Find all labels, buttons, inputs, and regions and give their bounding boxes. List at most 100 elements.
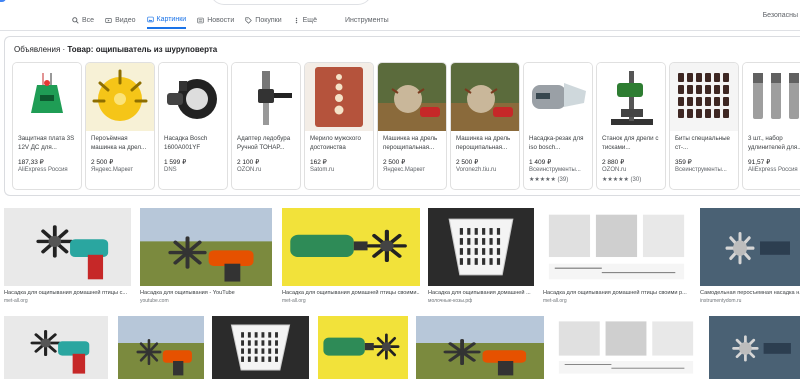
tab-label: Видео bbox=[115, 17, 136, 24]
plucker-in-use-image bbox=[451, 63, 519, 131]
product-price: 1 599 ₽ bbox=[164, 159, 187, 166]
product-store: OZON.ru bbox=[237, 167, 262, 173]
result-thumbnail bbox=[118, 316, 204, 379]
image-result[interactable]: Насадка для ощипывания домашней птицы св… bbox=[282, 208, 420, 306]
image-result[interactable] bbox=[212, 316, 309, 379]
search-box[interactable] bbox=[210, 0, 372, 5]
product-name: Насадка Bosch 1600A001YF bbox=[164, 135, 208, 151]
product-card[interactable]: Насадка-резак для iso bosch... 1 409 ₽ Все… bbox=[523, 62, 593, 190]
product-card[interactable]: Насадка Bosch 1600A001YF 1 599 ₽ DNS bbox=[158, 62, 228, 190]
image-result[interactable]: Насадка для ощипывания - YouTube youtube.… bbox=[140, 208, 272, 306]
product-card[interactable]: Биты специальные ст-... 359 ₽ Всеинструмен… bbox=[669, 62, 739, 190]
image-result[interactable] bbox=[553, 316, 699, 379]
tab-label: Покупки bbox=[255, 17, 282, 24]
tab-3[interactable]: Новости bbox=[197, 12, 234, 29]
image-result[interactable]: Насадка для ощипывания домашней ... молоч… bbox=[428, 208, 534, 306]
ads-label: Объявления bbox=[14, 45, 61, 54]
image-caption: Насадка для ощипывания домашней ... bbox=[428, 290, 531, 296]
product-name: Биты специальные ст-... bbox=[675, 135, 730, 151]
product-rating: ★★★★★ (39) bbox=[529, 177, 569, 183]
product-price: 91,57 ₽ bbox=[748, 159, 771, 166]
result-thumbnail bbox=[4, 208, 131, 286]
google-logo[interactable] bbox=[0, 0, 6, 2]
product-card[interactable]: Машинка на дрель перощипальная... 2 500 ₽… bbox=[450, 62, 520, 190]
result-thumbnail bbox=[709, 316, 800, 379]
safe-search-toggle[interactable]: Безопасны bbox=[763, 12, 798, 19]
product-name: Защитная плата 3S 12V ДС для... bbox=[18, 135, 75, 151]
tab-1[interactable]: Видео bbox=[105, 12, 136, 29]
bits-set-image bbox=[670, 63, 738, 131]
product-card[interactable]: Защитная плата 3S 12V ДС для... 187,33 ₽ A… bbox=[12, 62, 82, 190]
search-icon bbox=[72, 17, 79, 24]
plucker-in-use-image bbox=[378, 63, 446, 131]
product-price: 2 500 ₽ bbox=[383, 159, 406, 166]
product-card[interactable]: Станок для дрели с тисками... 2 880 ₽ OZON… bbox=[596, 62, 666, 190]
product-name: Мерило мужского достоинства bbox=[310, 135, 361, 151]
product-price: 162 ₽ bbox=[310, 159, 327, 166]
image-caption: Насадка для ощипывания - YouTube bbox=[140, 290, 235, 296]
product-store: OZON.ru bbox=[602, 167, 627, 173]
image-icon bbox=[146, 16, 154, 23]
cutter-image bbox=[524, 63, 592, 131]
news-icon bbox=[197, 17, 204, 24]
tab-5[interactable]: Ещё bbox=[293, 12, 317, 29]
image-source: instrumentydom.ru bbox=[700, 298, 742, 304]
tab-label: Новости bbox=[207, 17, 235, 24]
tab-label: Ещё bbox=[302, 17, 317, 24]
tab-2[interactable]: Картинки bbox=[146, 12, 187, 29]
product-store: Всеинструменты... bbox=[675, 167, 727, 173]
image-caption: Насадка для ощипывания домашней птицы св… bbox=[282, 290, 420, 296]
product-name: Насадка-резак для iso bosch... bbox=[529, 135, 584, 151]
product-card[interactable]: 3 шт., набор удлинителей для... 91,57 ₽ Al… bbox=[742, 62, 800, 190]
product-store: Яндекс.Маркет bbox=[91, 167, 134, 173]
product-store: AliExpress Россия bbox=[748, 167, 798, 173]
product-card[interactable]: Адаптер ледобура Ручной ТОНАР... 2 100 ₽ O… bbox=[231, 62, 301, 190]
product-card[interactable]: Мерило мужского достоинства 162 ₽ Satom.ru bbox=[304, 62, 374, 190]
image-result[interactable] bbox=[118, 316, 204, 379]
result-thumbnail bbox=[543, 208, 690, 286]
bosch-attachment-image bbox=[159, 63, 227, 131]
product-price: 2 500 ₽ bbox=[456, 159, 479, 166]
product-card[interactable]: Пероъёмная машинка на дрел... 2 500 ₽ Янде… bbox=[85, 62, 155, 190]
image-result[interactable] bbox=[4, 316, 108, 379]
product-price: 2 100 ₽ bbox=[237, 159, 260, 166]
result-thumbnail bbox=[416, 316, 544, 379]
video-icon bbox=[105, 17, 112, 24]
image-result[interactable]: Насадка для ощипывания домашней птицы с.… bbox=[4, 208, 131, 306]
image-result[interactable]: Самодельная перосъемная насадка н... inst… bbox=[700, 208, 800, 306]
result-thumbnail bbox=[4, 316, 108, 379]
image-result[interactable] bbox=[709, 316, 800, 379]
product-store: Всеинструменты... bbox=[529, 167, 581, 173]
product-price: 1 409 ₽ bbox=[529, 159, 552, 166]
image-caption: Самодельная перосъемная насадка н... bbox=[700, 290, 800, 296]
image-source: met-all.org bbox=[4, 298, 28, 304]
result-thumbnail bbox=[553, 316, 699, 379]
tab-0[interactable]: Все bbox=[72, 12, 94, 29]
product-store: AliExpress Россия bbox=[18, 167, 68, 173]
socket-extenders-image bbox=[743, 63, 800, 131]
tab-label: Картинки bbox=[156, 16, 187, 23]
product-name: Пероъёмная машинка на дрел... bbox=[91, 135, 147, 151]
product-store: DNS bbox=[164, 167, 177, 173]
tab-4[interactable]: Покупки bbox=[245, 12, 282, 29]
result-thumbnail bbox=[140, 208, 272, 286]
image-caption: Насадка для ощипывания домашней птицы св… bbox=[543, 290, 687, 296]
product-rating: ★★★★★ (30) bbox=[602, 177, 642, 183]
search-tabs: Все Видео Картинки Новости Покупки Ещё Инструм… bbox=[72, 12, 400, 30]
product-store: Voronezh.tiu.ru bbox=[456, 167, 497, 173]
product-name: Машинка на дрель перощипальная... bbox=[456, 135, 511, 151]
image-result[interactable]: Насадка для ощипывания домашней птицы св… bbox=[543, 208, 690, 306]
adapter-image bbox=[232, 63, 300, 131]
image-result[interactable] bbox=[318, 316, 408, 379]
shopping-panel-title: Объявления · Товар: ощипыватель из шуруп… bbox=[14, 45, 218, 54]
tools-button[interactable]: Инструменты bbox=[345, 12, 389, 29]
product-price: 2 500 ₽ bbox=[91, 159, 114, 166]
product-name: 3 шт., набор удлинителей для... bbox=[748, 135, 800, 151]
drill-stand-image bbox=[597, 63, 665, 131]
product-card[interactable]: Машинка на дрель перощипальная... 2 500 ₽… bbox=[377, 62, 447, 190]
product-store: Яндекс.Маркет bbox=[383, 167, 426, 173]
result-thumbnail bbox=[212, 316, 309, 379]
image-source: youtube.com bbox=[140, 298, 169, 304]
product-name: Станок для дрели с тисками... bbox=[602, 135, 659, 151]
image-result[interactable] bbox=[416, 316, 544, 379]
